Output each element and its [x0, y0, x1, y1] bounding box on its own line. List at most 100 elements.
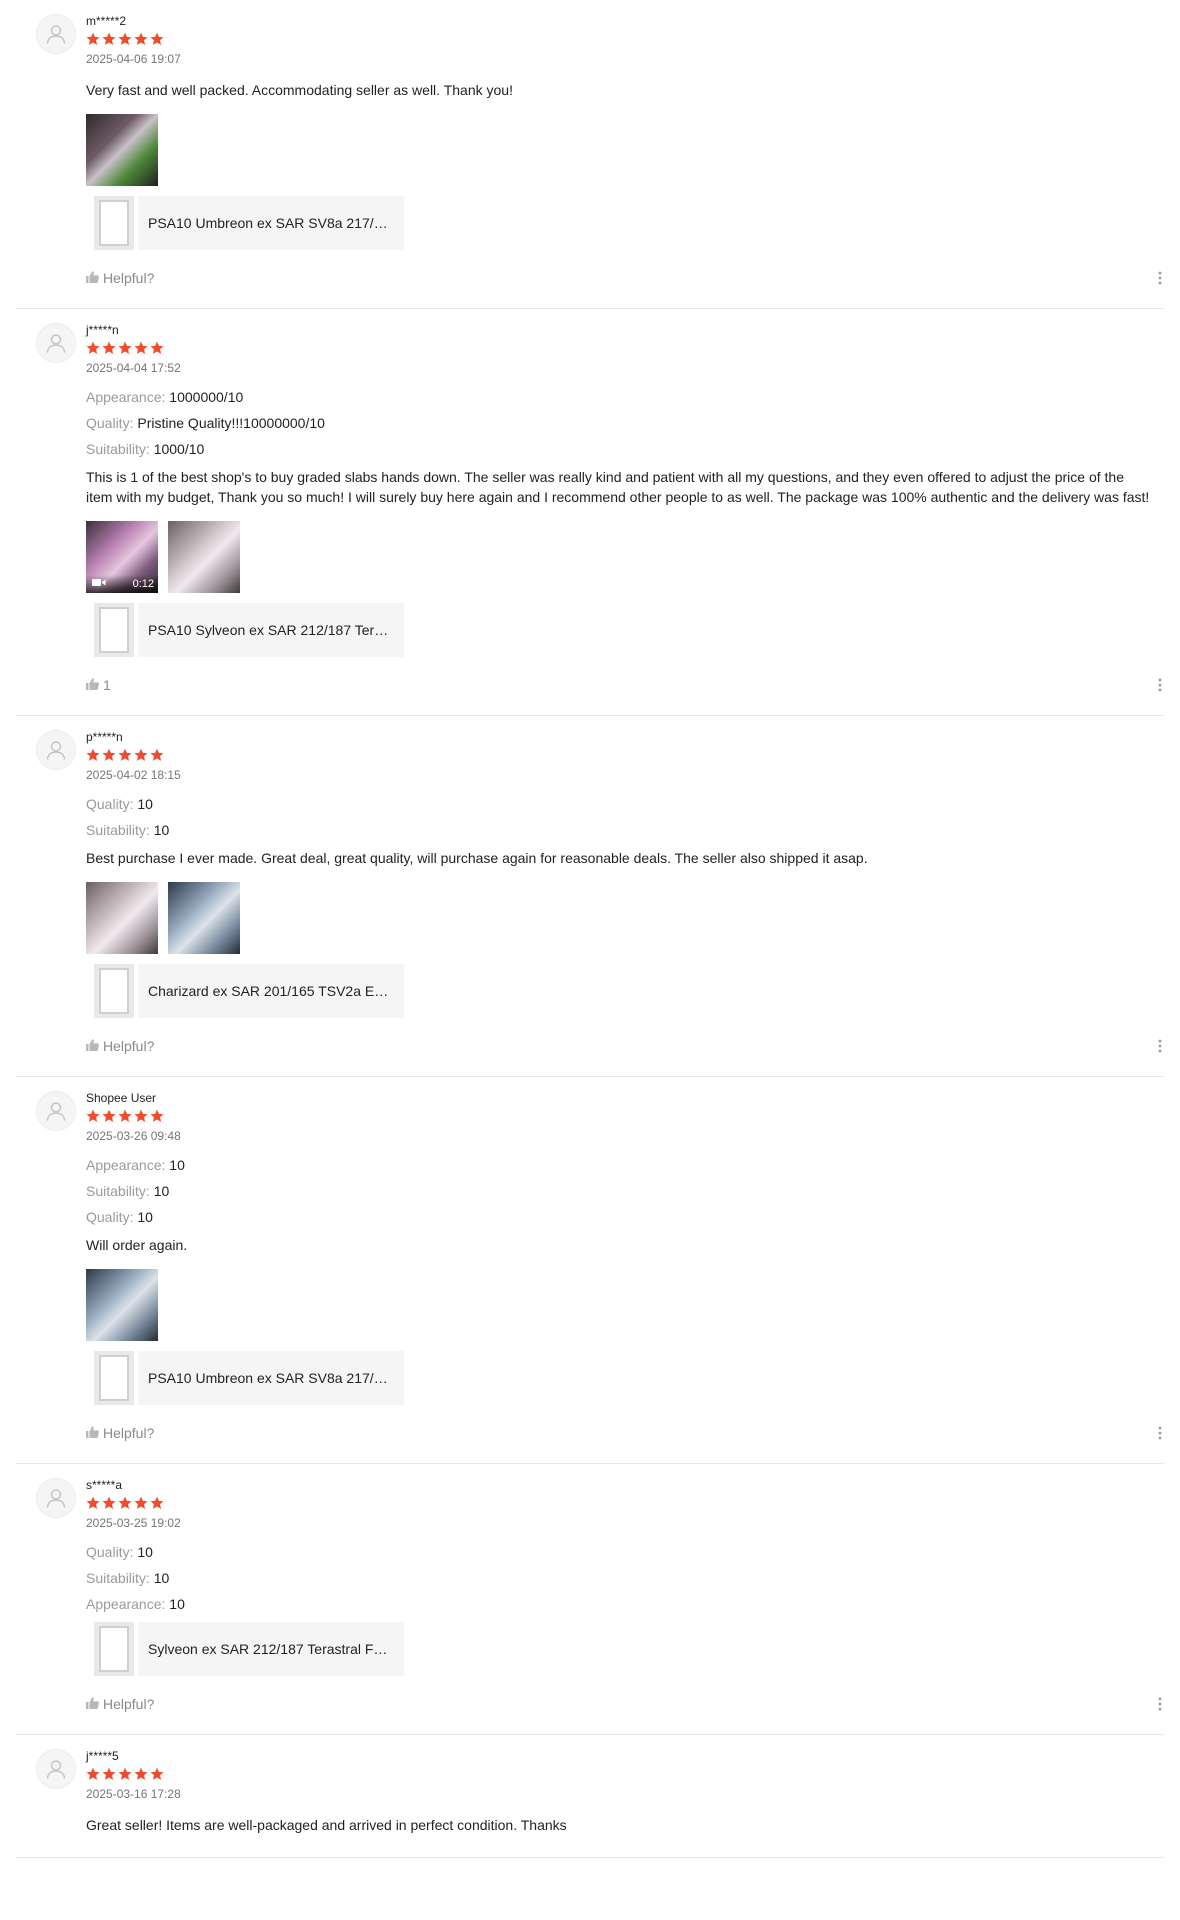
product-thumbnail[interactable]: [94, 196, 134, 250]
review-comment: Will order again.: [86, 1237, 188, 1253]
product-name[interactable]: Charizard ex SAR 201/165 TSV2a Enhanced …: [138, 964, 404, 1018]
attribute-value: 1000/10: [153, 441, 205, 457]
star-icon: [134, 1767, 148, 1781]
review-attribute: Appearance: 10: [86, 1596, 1164, 1612]
helpful-count-button[interactable]: 1: [86, 677, 111, 693]
review-attribute: Suitability: 10: [86, 1183, 1164, 1199]
thumbs-up-icon: [86, 1696, 99, 1712]
helpful-button[interactable]: Helpful?: [86, 270, 154, 286]
review-date: 2025-03-25 19:02: [86, 1516, 181, 1530]
review-photo[interactable]: [86, 1269, 158, 1341]
attribute-value: 10: [137, 1544, 153, 1560]
attribute-label: Suitability:: [86, 822, 154, 838]
purchased-product[interactable]: Charizard ex SAR 201/165 TSV2a Enhanced …: [86, 964, 1164, 1018]
helpful-label: Helpful?: [103, 1038, 155, 1054]
more-options-icon[interactable]: [1152, 1696, 1168, 1712]
review-video[interactable]: 0:12: [86, 521, 158, 593]
attribute-label: Suitability:: [86, 1570, 154, 1586]
more-options-icon[interactable]: [1152, 1425, 1168, 1441]
review-item: p*****n 2025-04-02 18:15 Quality: 10 Suit…: [16, 716, 1164, 1077]
review-actions: Helpful?: [86, 1425, 1164, 1441]
helpful-label: Helpful?: [103, 1425, 155, 1441]
star-rating: [86, 341, 1164, 355]
star-icon: [150, 341, 164, 355]
attribute-label: Suitability:: [86, 1183, 154, 1199]
user-avatar-icon[interactable]: [36, 14, 76, 54]
video-duration: 0:12: [132, 578, 154, 590]
attribute-value: 10: [153, 1183, 170, 1199]
star-icon: [150, 748, 164, 762]
review-media: [86, 1269, 1164, 1341]
attribute-value: 10: [169, 1596, 185, 1612]
review-attribute: Appearance: 10: [86, 1157, 1164, 1173]
star-icon: [86, 1767, 100, 1781]
review-date: 2025-03-16 17:28: [86, 1787, 181, 1801]
helpful-label: 1: [103, 677, 111, 693]
star-icon: [102, 1496, 116, 1510]
reviewer-name: m*****2: [86, 14, 127, 28]
star-icon: [134, 341, 148, 355]
review-attributes: Quality: 10 Suitability: 10 Appearance: 10: [86, 1544, 1164, 1612]
review-comment: Best purchase I ever made. Great deal, g…: [86, 850, 868, 866]
star-icon: [150, 1496, 164, 1510]
more-options-icon[interactable]: [1152, 1038, 1168, 1054]
review-attribute: Quality: Pristine Quality!!!10000000/10: [86, 415, 1164, 431]
user-avatar-icon[interactable]: [36, 1478, 76, 1518]
star-icon: [102, 341, 116, 355]
product-thumbnail[interactable]: [94, 964, 134, 1018]
user-avatar-icon[interactable]: [36, 1091, 76, 1131]
star-icon: [118, 341, 132, 355]
attribute-label: Appearance:: [86, 389, 170, 405]
review-photo[interactable]: [86, 882, 158, 954]
helpful-button[interactable]: Helpful?: [86, 1038, 154, 1054]
star-icon: [102, 748, 116, 762]
attribute-label: Appearance:: [86, 1596, 170, 1612]
helpful-button[interactable]: Helpful?: [86, 1425, 154, 1441]
purchased-product[interactable]: PSA10 Sylveon ex SAR 212/187 Terastral F…: [86, 603, 1164, 657]
reviewer-name: j*****5: [86, 1749, 119, 1763]
product-name[interactable]: Sylveon ex SAR 212/187 Terastral Festiva…: [138, 1622, 404, 1676]
review-attribute: Appearance: 1000000/10: [86, 389, 1164, 405]
more-options-icon[interactable]: [1152, 677, 1168, 693]
product-thumbnail[interactable]: [94, 1622, 134, 1676]
star-icon: [86, 341, 100, 355]
user-avatar-icon[interactable]: [36, 730, 76, 770]
review-actions: 1: [86, 677, 1164, 693]
star-icon: [102, 1109, 116, 1123]
review-photo[interactable]: [86, 114, 158, 186]
review-photo[interactable]: [168, 521, 240, 593]
attribute-value: Pristine Quality!!!10000000/10: [137, 415, 325, 431]
star-icon: [134, 32, 148, 46]
purchased-product[interactable]: Sylveon ex SAR 212/187 Terastral Festiva…: [86, 1622, 1164, 1676]
product-name[interactable]: PSA10 Sylveon ex SAR 212/187 Terastral F…: [138, 603, 404, 657]
star-icon: [118, 748, 132, 762]
helpful-button[interactable]: Helpful?: [86, 1696, 154, 1712]
review-item: Shopee User 2025-03-26 09:48 Appearance:…: [16, 1077, 1164, 1464]
product-thumbnail[interactable]: [94, 1351, 134, 1405]
review-attributes: Appearance: 10 Suitability: 10 Quality: 10: [86, 1157, 1164, 1225]
product-thumbnail[interactable]: [94, 603, 134, 657]
star-icon: [86, 1109, 100, 1123]
product-name[interactable]: PSA10 Umbreon ex SAR SV8a 217/187 Terast…: [138, 196, 404, 250]
attribute-label: Quality:: [86, 1544, 138, 1560]
reviewer-name: s*****a: [86, 1478, 123, 1492]
star-rating: [86, 1767, 1164, 1781]
star-icon: [102, 1767, 116, 1781]
review-item: j*****5 2025-03-16 17:28 Great seller! I…: [16, 1735, 1164, 1858]
review-photo[interactable]: [168, 882, 240, 954]
product-name[interactable]: PSA10 Umbreon ex SAR SV8a 217/187 Terast…: [138, 1351, 404, 1405]
review-comment: This is 1 of the best shop's to buy grad…: [86, 469, 1150, 505]
star-rating: [86, 748, 1164, 762]
user-avatar-icon[interactable]: [36, 1749, 76, 1789]
more-options-icon[interactable]: [1152, 270, 1168, 286]
star-icon: [118, 1767, 132, 1781]
attribute-value: 10: [153, 1570, 170, 1586]
purchased-product[interactable]: PSA10 Umbreon ex SAR SV8a 217/187 Terast…: [86, 196, 1164, 250]
user-avatar-icon[interactable]: [36, 323, 76, 363]
star-icon: [118, 1496, 132, 1510]
star-icon: [118, 32, 132, 46]
reviewer-name: p*****n: [86, 730, 123, 744]
review-item: m*****2 2025-04-06 19:07 Very fast and w…: [16, 0, 1164, 309]
review-attribute: Suitability: 10: [86, 822, 1164, 838]
purchased-product[interactable]: PSA10 Umbreon ex SAR SV8a 217/187 Terast…: [86, 1351, 1164, 1405]
